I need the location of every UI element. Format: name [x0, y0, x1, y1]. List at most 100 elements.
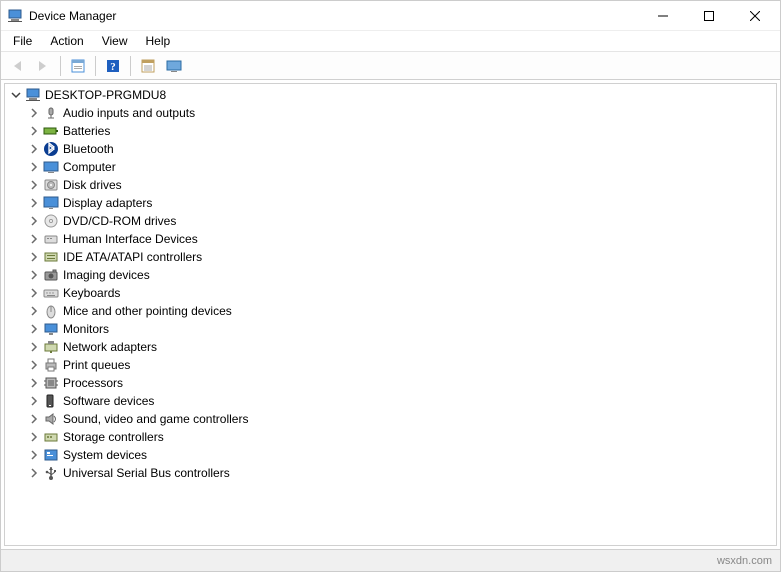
usb-icon — [43, 465, 59, 481]
computer-icon — [43, 159, 59, 175]
close-button[interactable] — [732, 1, 778, 31]
system-icon — [43, 447, 59, 463]
bluetooth-icon — [43, 141, 59, 157]
tree-item[interactable]: Software devices — [5, 392, 776, 410]
disk-icon — [43, 177, 59, 193]
toolbar-back-button[interactable] — [5, 55, 29, 77]
expander-icon[interactable] — [27, 376, 41, 390]
menu-view-label: View — [102, 34, 128, 48]
software-icon — [43, 393, 59, 409]
toolbar-forward-button[interactable] — [31, 55, 55, 77]
ide-icon — [43, 249, 59, 265]
menu-action-label: Action — [50, 34, 83, 48]
tree-item-label: Display adapters — [63, 196, 152, 210]
menu-help[interactable]: Help — [138, 32, 179, 50]
expander-icon[interactable] — [27, 178, 41, 192]
tree-item-label: Universal Serial Bus controllers — [63, 466, 230, 480]
expander-icon[interactable] — [27, 412, 41, 426]
audio-icon — [43, 105, 59, 121]
battery-icon — [43, 123, 59, 139]
tree-item[interactable]: Mice and other pointing devices — [5, 302, 776, 320]
app-icon — [7, 8, 23, 24]
expander-icon[interactable] — [27, 448, 41, 462]
tree-item[interactable]: Storage controllers — [5, 428, 776, 446]
list-icon — [140, 58, 156, 74]
toolbar-separator — [95, 56, 96, 76]
tree-item[interactable]: Monitors — [5, 320, 776, 338]
tree-item[interactable]: Computer — [5, 158, 776, 176]
minimize-button[interactable] — [640, 1, 686, 31]
expander-icon[interactable] — [27, 286, 41, 300]
expander-icon[interactable] — [27, 268, 41, 282]
window-title: Device Manager — [29, 9, 116, 23]
tree-item-label: Print queues — [63, 358, 130, 372]
expander-open-icon[interactable] — [9, 88, 23, 102]
expander-icon[interactable] — [27, 466, 41, 480]
hid-icon — [43, 231, 59, 247]
sound-icon — [43, 411, 59, 427]
tree-item[interactable]: Audio inputs and outputs — [5, 104, 776, 122]
maximize-button[interactable] — [686, 1, 732, 31]
tree-item-label: Processors — [63, 376, 123, 390]
tree-item[interactable]: Bluetooth — [5, 140, 776, 158]
tree-item-label: Software devices — [63, 394, 154, 408]
tree-item[interactable]: Human Interface Devices — [5, 230, 776, 248]
tree-item[interactable]: Disk drives — [5, 176, 776, 194]
expander-icon[interactable] — [27, 160, 41, 174]
tree-item[interactable]: Processors — [5, 374, 776, 392]
toolbar-view-button[interactable] — [136, 55, 160, 77]
expander-icon[interactable] — [27, 214, 41, 228]
expander-icon[interactable] — [27, 358, 41, 372]
toolbar-help-button[interactable] — [101, 55, 125, 77]
back-icon — [9, 58, 25, 74]
tree-item-label: Keyboards — [63, 286, 120, 300]
tree-item[interactable]: IDE ATA/ATAPI controllers — [5, 248, 776, 266]
watermark: wsxdn.com — [717, 555, 772, 567]
tree-item[interactable]: Imaging devices — [5, 266, 776, 284]
menu-file[interactable]: File — [5, 32, 40, 50]
toolbar-properties-button[interactable] — [66, 55, 90, 77]
menu-help-label: Help — [146, 34, 171, 48]
expander-icon[interactable] — [27, 322, 41, 336]
expander-icon[interactable] — [27, 430, 41, 444]
menubar: File Action View Help — [1, 31, 780, 52]
forward-icon — [35, 58, 51, 74]
tree-item-label: DVD/CD-ROM drives — [63, 214, 176, 228]
tree-item-label: Human Interface Devices — [63, 232, 198, 246]
menu-view[interactable]: View — [94, 32, 136, 50]
expander-icon[interactable] — [27, 196, 41, 210]
titlebar: Device Manager — [1, 1, 780, 31]
expander-icon[interactable] — [27, 232, 41, 246]
toolbar-show-hidden-button[interactable] — [162, 55, 186, 77]
tree-item-label: Sound, video and game controllers — [63, 412, 248, 426]
expander-icon[interactable] — [27, 250, 41, 264]
tree-item[interactable]: Sound, video and game controllers — [5, 410, 776, 428]
tree-item[interactable]: DVD/CD-ROM drives — [5, 212, 776, 230]
tree-item[interactable]: Universal Serial Bus controllers — [5, 464, 776, 482]
expander-icon[interactable] — [27, 142, 41, 156]
tree-item[interactable]: Keyboards — [5, 284, 776, 302]
expander-icon[interactable] — [27, 106, 41, 120]
expander-icon[interactable] — [27, 304, 41, 318]
tree-item-label: Disk drives — [63, 178, 122, 192]
mouse-icon — [43, 303, 59, 319]
expander-icon[interactable] — [27, 340, 41, 354]
toolbar-separator — [130, 56, 131, 76]
tree-item-label: Bluetooth — [63, 142, 114, 156]
tree-item[interactable]: System devices — [5, 446, 776, 464]
tree-item[interactable]: Display adapters — [5, 194, 776, 212]
tree-root[interactable]: DESKTOP-PRGMDU8 — [5, 86, 776, 104]
tree-item-label: Monitors — [63, 322, 109, 336]
menu-action[interactable]: Action — [42, 32, 91, 50]
cpu-icon — [43, 375, 59, 391]
tree-item[interactable]: Network adapters — [5, 338, 776, 356]
network-icon — [43, 339, 59, 355]
expander-icon[interactable] — [27, 124, 41, 138]
tree-item[interactable]: Print queues — [5, 356, 776, 374]
expander-icon[interactable] — [27, 394, 41, 408]
tree-item-label: Storage controllers — [63, 430, 164, 444]
device-tree[interactable]: DESKTOP-PRGMDU8 Audio inputs and outputs… — [4, 83, 777, 546]
printer-icon — [43, 357, 59, 373]
tree-item[interactable]: Batteries — [5, 122, 776, 140]
imaging-icon — [43, 267, 59, 283]
